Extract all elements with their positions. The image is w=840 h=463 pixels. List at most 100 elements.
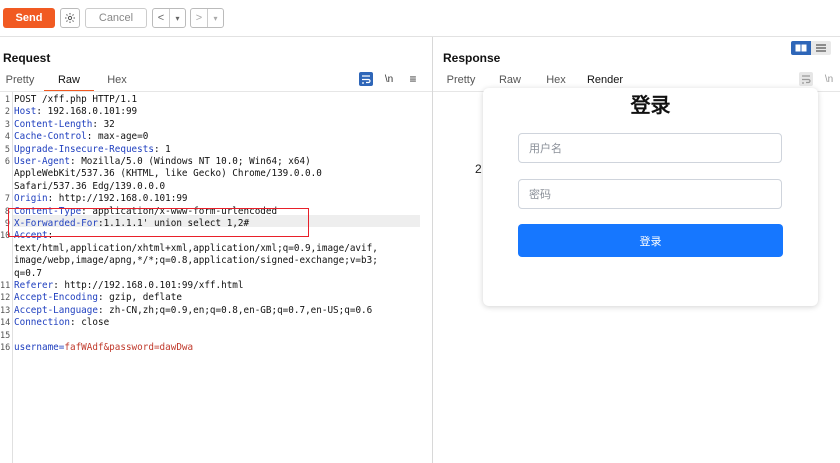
- response-tab-render[interactable]: Render: [572, 72, 638, 92]
- request-line: q=0.7: [14, 268, 42, 280]
- login-heading: 登录: [630, 95, 671, 117]
- header-value: max-age=0: [97, 131, 149, 143]
- request-tab-pretty[interactable]: Pretty: [0, 72, 40, 88]
- layout-toggle[interactable]: [791, 41, 831, 55]
- request-line: Accept-Language: zh-CN,zh;q=0.9,en;q=0.8…: [14, 305, 372, 317]
- response-tab-pretty[interactable]: Pretty: [442, 72, 480, 88]
- line-text: q=0.7: [14, 267, 42, 279]
- request-tab-hex[interactable]: Hex: [98, 72, 136, 88]
- request-line: Referer: http://192.168.0.101:99/xff.htm…: [14, 280, 244, 292]
- request-line: Upgrade-Insecure-Requests: 1: [14, 144, 171, 156]
- send-button[interactable]: Send: [3, 8, 55, 28]
- response-title: Response: [443, 51, 501, 65]
- line-number: 11: [0, 281, 11, 291]
- line-number: 16: [0, 343, 11, 353]
- stray-text: 2: [475, 162, 482, 176]
- header-value: Mozilla/5.0 (Windows NT 10.0; Win64; x64…: [81, 156, 311, 167]
- header-separator: :: [53, 280, 65, 291]
- header-separator: :: [69, 156, 82, 167]
- line-text: text/html,application/xhtml+xml,applicat…: [14, 242, 378, 254]
- gear-icon: [65, 13, 75, 23]
- forward-nav-group: > ▾: [190, 8, 224, 28]
- line-number: 5: [4, 144, 10, 155]
- header-name: username: [14, 342, 59, 353]
- header-name: Origin: [14, 193, 48, 205]
- line-number: 13: [0, 305, 11, 316]
- header-separator: :: [92, 118, 104, 130]
- xff-highlight-box: [8, 208, 309, 237]
- header-name: User-Agent: [14, 156, 70, 167]
- request-line: image/webp,image/apng,*/*;q=0.8,applicat…: [14, 255, 378, 267]
- pane-splitter[interactable]: [432, 37, 433, 463]
- request-line: username=fafWAdf&password=dawDwa: [14, 342, 193, 354]
- header-name: Accept-Encoding: [14, 292, 98, 304]
- line-number: 12: [0, 293, 11, 304]
- newline-icon[interactable]: \n: [382, 72, 396, 86]
- line-number: 1: [4, 95, 10, 105]
- header-separator: :: [153, 143, 166, 155]
- line-number: 7: [4, 194, 10, 205]
- back-history-dropdown[interactable]: ▾: [170, 9, 185, 27]
- header-separator: :: [97, 304, 110, 316]
- response-newline-icon[interactable]: \n: [822, 72, 836, 86]
- header-value: gzip, deflate: [109, 292, 182, 304]
- request-line: Connection: close: [14, 317, 109, 329]
- header-separator: :: [97, 292, 110, 304]
- header-value: 32: [103, 118, 115, 130]
- request-line: Safari/537.36 Edg/139.0.0.0: [14, 181, 165, 193]
- line-number: 6: [4, 157, 10, 167]
- line-text: POST /xff.php HTTP/1.1: [14, 94, 138, 105]
- login-button[interactable]: 登录: [518, 224, 783, 257]
- header-name: Cache-Control: [14, 131, 87, 143]
- password-input[interactable]: 密码: [518, 179, 782, 209]
- request-line: Host: 192.168.0.101:99: [14, 106, 137, 118]
- toolbar: Send Cancel < ▾ > ▾: [0, 0, 840, 36]
- header-value: 192.168.0.101:99: [47, 106, 138, 118]
- header-value: http://192.168.0.101:99/xff.html: [64, 280, 244, 291]
- split-view-icon[interactable]: [791, 41, 811, 55]
- toolbar-divider: [0, 36, 840, 37]
- header-separator: :: [69, 317, 82, 329]
- settings-button[interactable]: [60, 8, 80, 28]
- request-tabs: Pretty Raw Hex: [0, 72, 136, 92]
- header-name: Host: [14, 106, 37, 118]
- header-name: Upgrade-Insecure-Requests: [14, 143, 154, 155]
- header-value: close: [81, 317, 110, 329]
- request-line: AppleWebKit/537.36 (KHTML, like Gecko) C…: [14, 168, 322, 180]
- back-nav-group: < ▾: [152, 8, 186, 28]
- header-name: Content-Length: [14, 118, 93, 130]
- stacked-view-icon[interactable]: [811, 41, 831, 55]
- line-number: 3: [4, 119, 10, 130]
- line-text: Safari/537.36 Edg/139.0.0.0: [14, 180, 166, 192]
- header-value: http://192.168.0.101:99: [58, 193, 188, 205]
- request-line: text/html,application/xhtml+xml,applicat…: [14, 243, 378, 255]
- forward-history-dropdown[interactable]: ▾: [208, 9, 223, 27]
- request-line: Content-Length: 32: [14, 119, 115, 131]
- header-separator: :: [36, 106, 48, 118]
- header-name: Accept-Language: [14, 304, 98, 316]
- forward-button[interactable]: >: [191, 9, 208, 27]
- cancel-button[interactable]: Cancel: [85, 8, 147, 28]
- back-button[interactable]: <: [153, 9, 170, 27]
- response-tab-hex[interactable]: Hex: [540, 72, 572, 88]
- header-separator: :: [86, 131, 98, 143]
- username-input[interactable]: 用户名: [518, 133, 782, 163]
- request-tab-raw[interactable]: Raw: [40, 72, 98, 92]
- line-number: 4: [4, 132, 10, 143]
- request-editor[interactable]: 1 POST /xff.php HTTP/1.1 2 Host: 192.168.0.…: [0, 92, 432, 463]
- wrap-icon[interactable]: [359, 72, 373, 86]
- request-line: Cache-Control: max-age=0: [14, 131, 148, 143]
- line-text: AppleWebKit/537.36 (KHTML, like Gecko) C…: [14, 168, 322, 180]
- line-number: 2: [4, 107, 10, 118]
- request-title: Request: [3, 51, 51, 65]
- line-text: image/webp,image/apng,*/*;q=0.8,applicat…: [14, 255, 378, 267]
- header-value: fafWAdf&password=dawDwa: [64, 342, 194, 353]
- response-tab-raw[interactable]: Raw: [480, 72, 540, 88]
- response-tabs: Pretty Raw Hex Render: [442, 72, 638, 92]
- response-wrap-icon[interactable]: [799, 72, 813, 86]
- request-line: User-Agent: Mozilla/5.0 (Windows NT 10.0…: [14, 156, 311, 168]
- menu-icon[interactable]: ≡: [406, 72, 420, 86]
- request-line: Accept-Encoding: gzip, deflate: [14, 292, 182, 304]
- header-value: zh-CN,zh;q=0.9,en;q=0.8,en-GB;q=0.7,en-U…: [109, 304, 373, 316]
- line-number: 15: [0, 330, 11, 341]
